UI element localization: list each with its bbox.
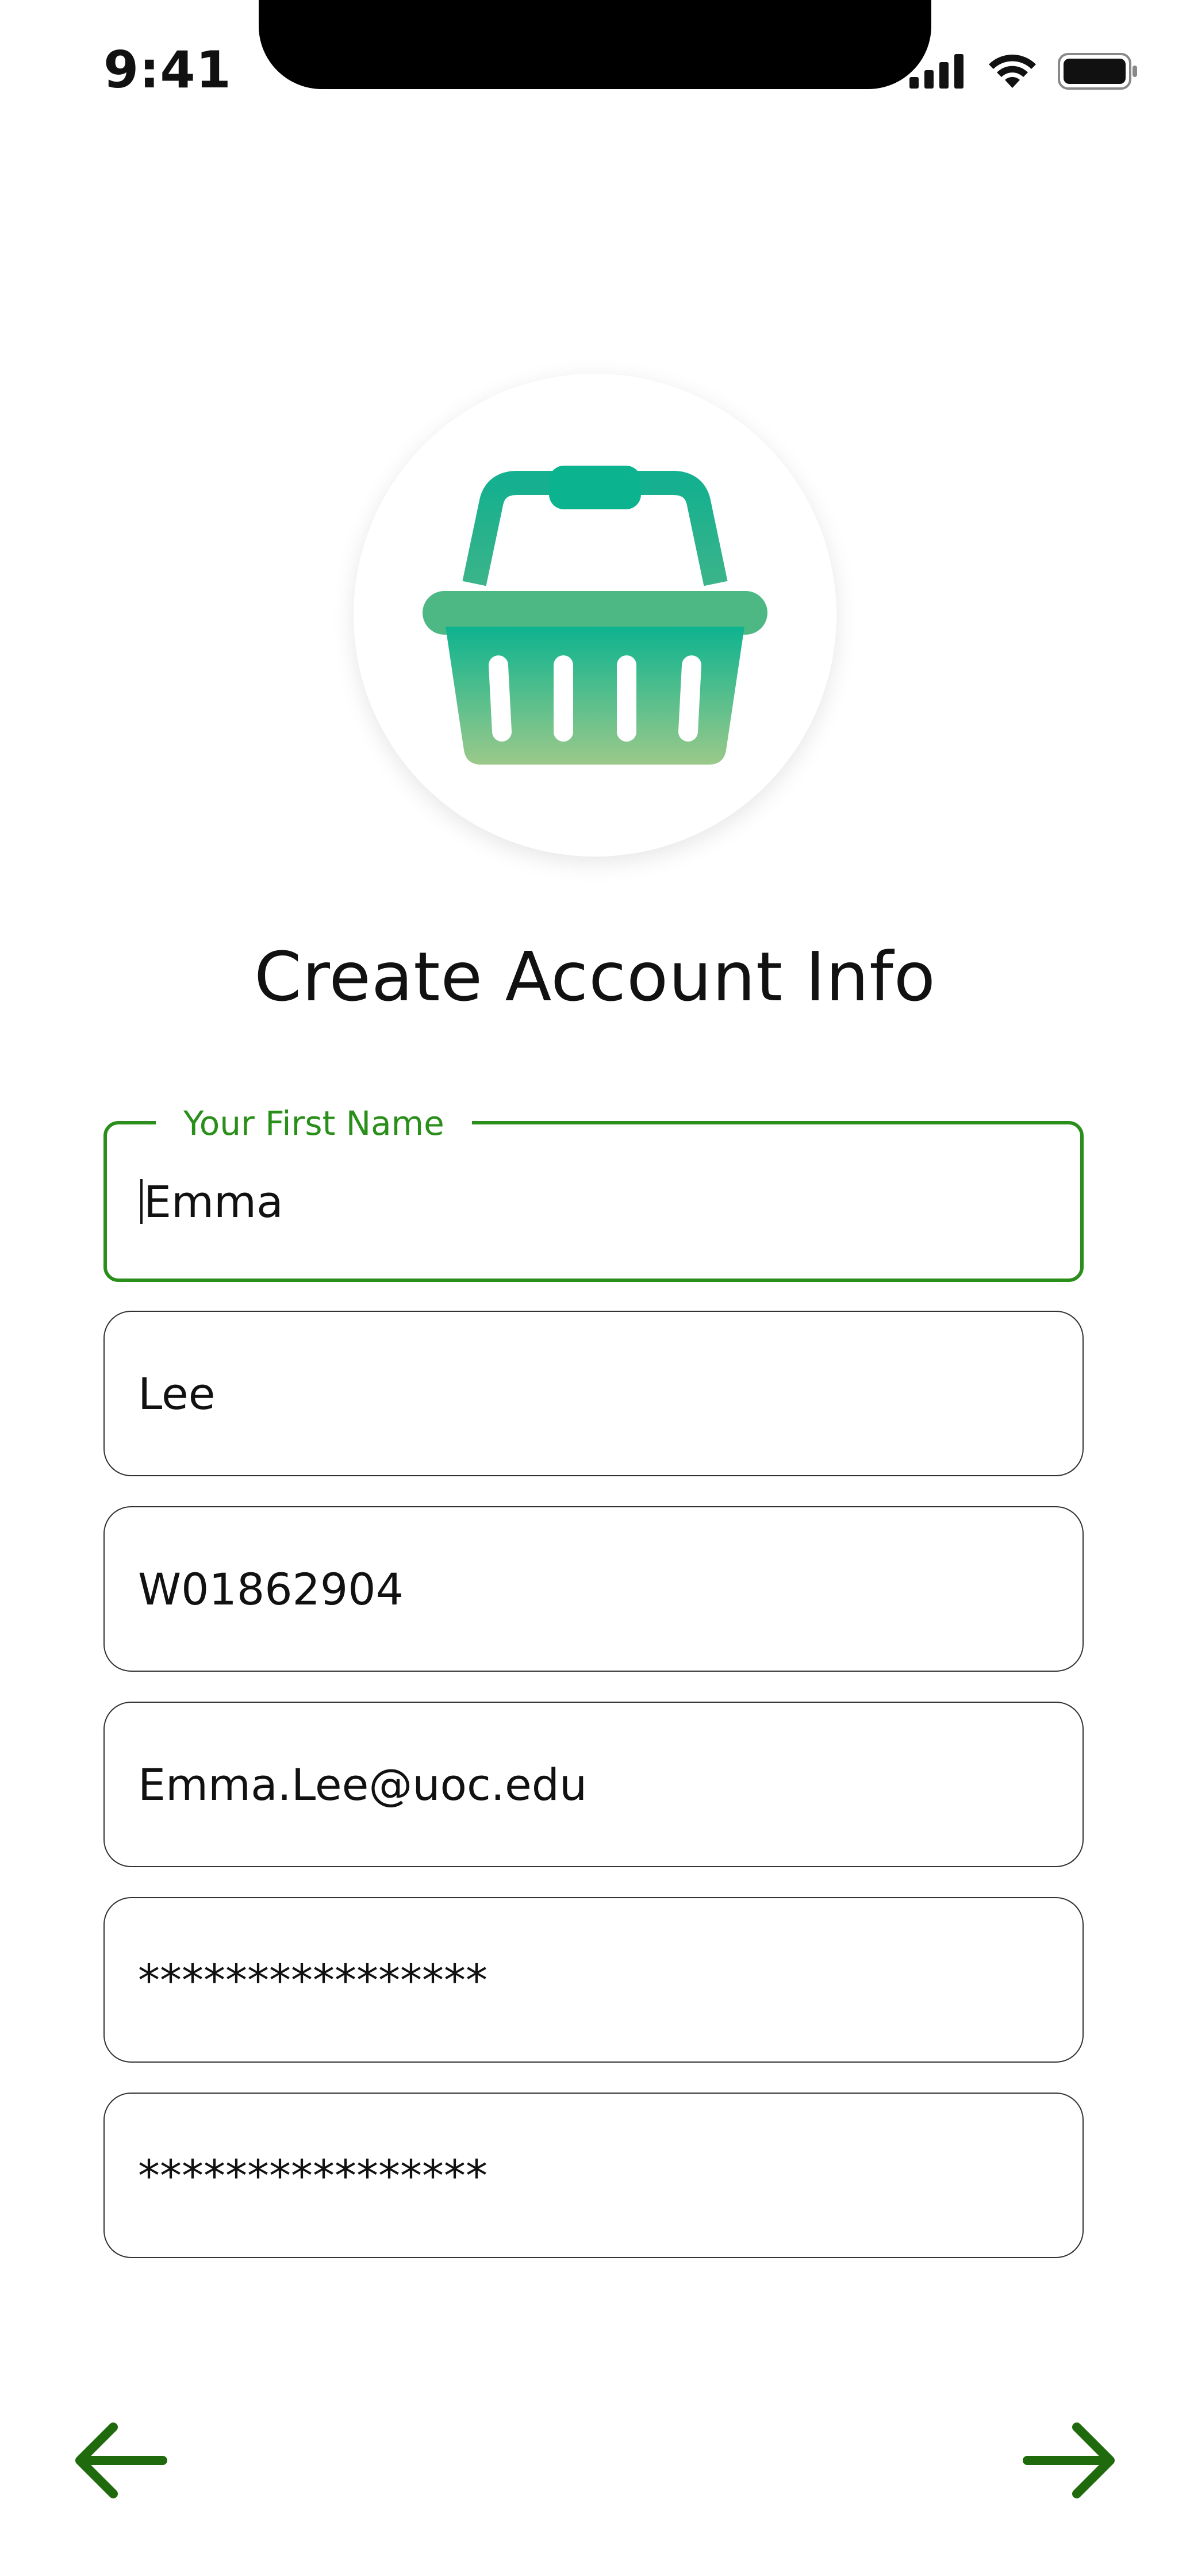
- student-id-value: W01862904: [138, 1563, 404, 1615]
- last-name-value: Lee: [138, 1368, 216, 1419]
- confirm-password-value: ****************: [138, 2149, 487, 2201]
- confirm-password-input[interactable]: ****************: [138, 2094, 1046, 2257]
- confirm-password-field[interactable]: ****************: [103, 2093, 1084, 2258]
- status-time: 9:41: [103, 40, 232, 99]
- app-logo: [354, 374, 836, 857]
- shopping-basket-icon: [423, 466, 767, 765]
- signal-icon: [909, 54, 963, 89]
- student-id-field[interactable]: W01862904: [103, 1506, 1084, 1672]
- email-value: Emma.Lee@uoc.edu: [138, 1759, 588, 1810]
- password-value: ****************: [138, 1954, 487, 2006]
- password-input[interactable]: ****************: [138, 1898, 1046, 2061]
- first-name-field[interactable]: Your First Name Emma: [103, 1100, 1084, 1282]
- email-field[interactable]: Emma.Lee@uoc.edu: [103, 1702, 1084, 1867]
- email-input[interactable]: Emma.Lee@uoc.edu: [138, 1703, 1046, 1866]
- page-title: Create Account Info: [254, 937, 936, 1016]
- back-button[interactable]: [72, 2420, 170, 2501]
- first-name-input[interactable]: Emma: [140, 1124, 1049, 1279]
- arrow-right-icon: [1023, 2423, 1115, 2498]
- student-id-input[interactable]: W01862904: [138, 1507, 1046, 1671]
- status-icons: [909, 53, 1138, 90]
- password-field[interactable]: ****************: [103, 1897, 1084, 2063]
- wifi-icon: [989, 55, 1036, 88]
- device-notch: [259, 0, 931, 89]
- last-name-input[interactable]: Lee: [138, 1312, 1046, 1475]
- text-caret: [140, 1179, 143, 1224]
- battery-icon: [1058, 53, 1137, 90]
- create-account-screen: 9:41 Create Account Info Your First Name…: [0, 0, 1190, 2576]
- first-name-value: Emma: [144, 1176, 283, 1227]
- next-button[interactable]: [1020, 2420, 1118, 2501]
- last-name-field[interactable]: Lee: [103, 1311, 1084, 1476]
- arrow-left-icon: [75, 2423, 167, 2498]
